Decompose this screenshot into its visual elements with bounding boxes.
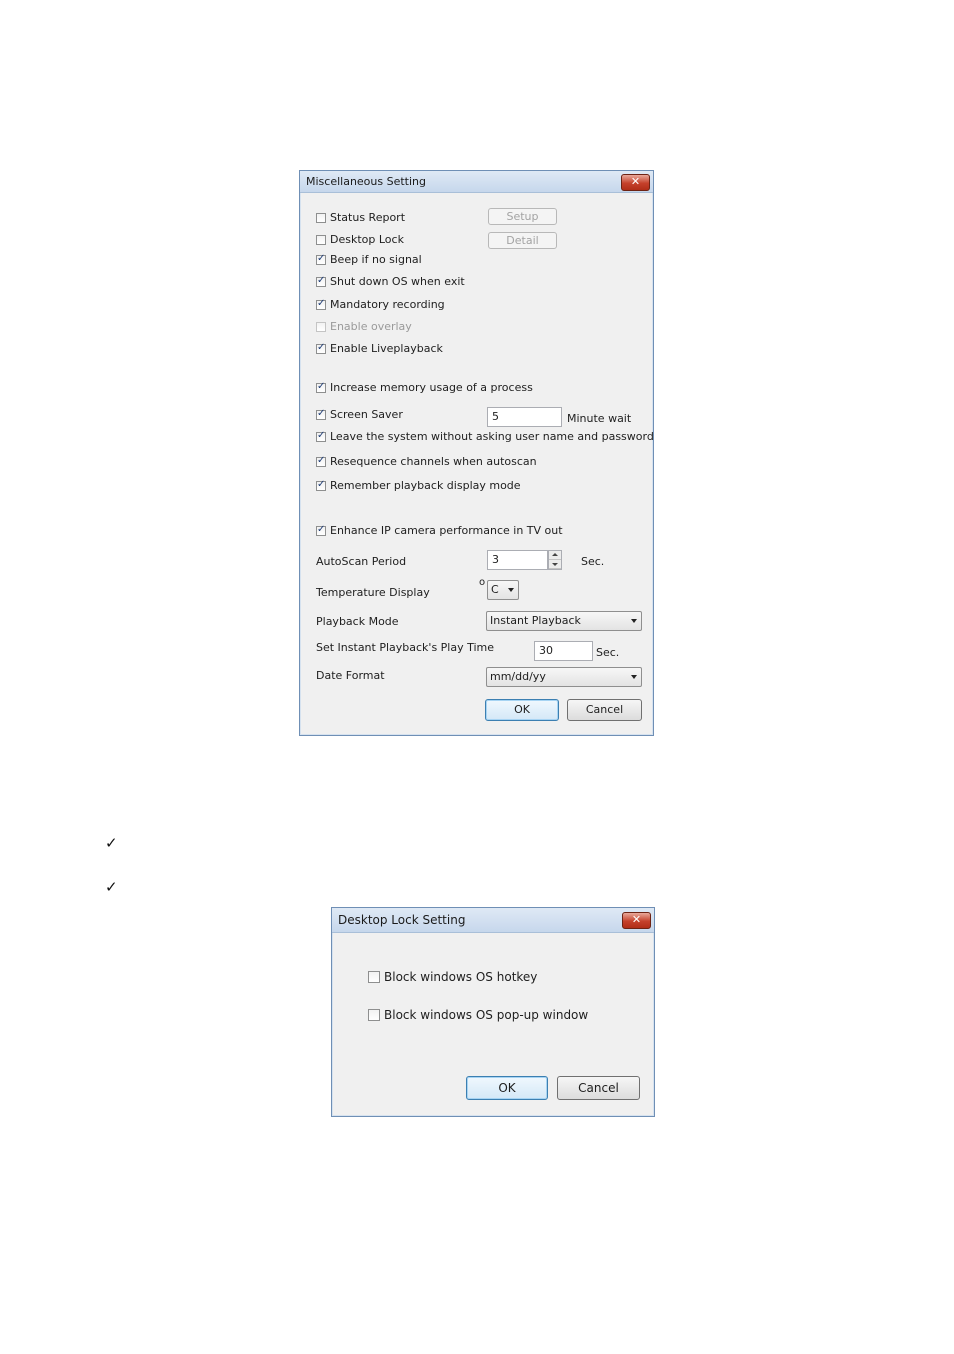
- temperature-select[interactable]: C: [487, 580, 519, 600]
- enable-overlay-checkbox: [316, 321, 326, 332]
- misc-dialog-title: Miscellaneous Setting: [306, 175, 427, 188]
- block-popup-option[interactable]: Block windows OS pop-up window: [368, 1008, 588, 1022]
- enhance-ip-camera-label: Enhance IP camera performance in TV out: [330, 524, 563, 537]
- mandatory-recording-label: Mandatory recording: [330, 298, 445, 311]
- resequence-channels-label: Resequence channels when autoscan: [330, 455, 537, 468]
- screen-saver-unit: Minute wait: [567, 412, 632, 425]
- status-report-label: Status Report: [330, 211, 406, 224]
- lock-cancel-button[interactable]: Cancel: [557, 1076, 640, 1100]
- resequence-channels-checkbox[interactable]: [316, 455, 326, 467]
- enable-liveplayback-label: Enable Liveplayback: [330, 342, 443, 355]
- enable-liveplayback-checkbox[interactable]: [316, 342, 326, 354]
- remember-playback-checkbox[interactable]: [316, 479, 326, 491]
- misc-dialog-titlebar: Miscellaneous Setting ✕: [300, 171, 653, 193]
- detail-button[interactable]: Detail: [488, 232, 557, 249]
- stepper-up-icon[interactable]: [549, 551, 561, 560]
- date-format-label: Date Format: [316, 669, 385, 682]
- beep-no-signal-checkbox[interactable]: [316, 253, 326, 265]
- leave-system-option[interactable]: Leave the system without asking user nam…: [316, 430, 654, 443]
- playback-mode-select[interactable]: Instant Playback: [486, 611, 642, 631]
- increase-memory-label: Increase memory usage of a process: [330, 381, 533, 394]
- cancel-button[interactable]: Cancel: [567, 699, 642, 721]
- date-format-select[interactable]: mm/dd/yy: [486, 667, 642, 687]
- desktop-lock-checkbox[interactable]: [316, 234, 326, 245]
- dropdown-arrow-icon: [508, 588, 514, 592]
- ok-button[interactable]: OK: [485, 699, 559, 721]
- autoscan-label: AutoScan Period: [316, 555, 407, 568]
- degree-symbol: o: [479, 577, 486, 588]
- beep-no-signal-label: Beep if no signal: [330, 253, 422, 266]
- enhance-ip-camera-option[interactable]: Enhance IP camera performance in TV out: [316, 524, 563, 537]
- desktop-lock-label: Desktop Lock: [330, 233, 404, 246]
- playback-mode-value: Instant Playback: [490, 614, 581, 627]
- leave-system-checkbox[interactable]: [316, 430, 326, 442]
- shutdown-os-checkbox[interactable]: [316, 275, 326, 287]
- instant-time-label: Set Instant Playback's Play Time: [316, 641, 495, 654]
- close-icon[interactable]: ✕: [622, 912, 651, 929]
- dropdown-arrow-icon: [631, 619, 637, 623]
- temperature-value: C: [491, 583, 499, 596]
- shutdown-os-option[interactable]: Shut down OS when exit: [316, 275, 465, 288]
- remember-playback-label: Remember playback display mode: [330, 479, 521, 492]
- instant-time-input[interactable]: 30: [534, 641, 593, 661]
- dropdown-arrow-icon: [631, 675, 637, 679]
- stepper-down-icon[interactable]: [549, 560, 561, 569]
- desktop-lock-option[interactable]: Desktop Lock: [316, 233, 404, 246]
- temperature-label: Temperature Display: [316, 586, 430, 599]
- status-report-option[interactable]: Status Report: [316, 211, 405, 224]
- leave-system-label: Leave the system without asking user nam…: [330, 430, 654, 443]
- screen-saver-input[interactable]: 5: [487, 407, 562, 427]
- status-report-checkbox[interactable]: [316, 212, 326, 223]
- screen-saver-option[interactable]: Screen Saver: [316, 408, 403, 421]
- lock-dialog-titlebar: Desktop Lock Setting ✕: [332, 908, 654, 933]
- block-popup-label: Block windows OS pop-up window: [384, 1008, 589, 1022]
- block-hotkey-option[interactable]: Block windows OS hotkey: [368, 970, 537, 984]
- lock-ok-button[interactable]: OK: [466, 1076, 548, 1100]
- remember-playback-option[interactable]: Remember playback display mode: [316, 479, 521, 492]
- autoscan-stepper[interactable]: [548, 550, 562, 570]
- enable-overlay-label: Enable overlay: [330, 320, 412, 333]
- enhance-ip-camera-checkbox[interactable]: [316, 524, 326, 536]
- increase-memory-checkbox[interactable]: [316, 381, 326, 393]
- checkmark-bullet-1: ✓: [105, 834, 118, 852]
- instant-time-unit: Sec.: [596, 646, 620, 659]
- resequence-channels-option[interactable]: Resequence channels when autoscan: [316, 455, 537, 468]
- desktop-lock-dialog: Desktop Lock Setting ✕ Block windows OS …: [331, 907, 655, 1117]
- shutdown-os-label: Shut down OS when exit: [330, 275, 465, 288]
- lock-dialog-title: Desktop Lock Setting: [338, 913, 466, 927]
- date-format-value: mm/dd/yy: [490, 670, 546, 683]
- checkmark-bullet-2: ✓: [105, 878, 118, 896]
- enable-overlay-option: Enable overlay: [316, 320, 412, 333]
- screen-saver-checkbox[interactable]: [316, 408, 326, 420]
- autoscan-input[interactable]: 3: [487, 550, 548, 570]
- setup-button[interactable]: Setup: [488, 208, 557, 225]
- enable-liveplayback-option[interactable]: Enable Liveplayback: [316, 342, 443, 355]
- increase-memory-option[interactable]: Increase memory usage of a process: [316, 381, 533, 394]
- mandatory-recording-option[interactable]: Mandatory recording: [316, 298, 445, 311]
- close-icon[interactable]: ✕: [621, 174, 650, 191]
- mandatory-recording-checkbox[interactable]: [316, 298, 326, 310]
- screen-saver-label: Screen Saver: [330, 408, 403, 421]
- autoscan-unit: Sec.: [581, 555, 605, 568]
- playback-mode-label: Playback Mode: [316, 615, 399, 628]
- beep-no-signal-option[interactable]: Beep if no signal: [316, 253, 422, 266]
- block-hotkey-label: Block windows OS hotkey: [384, 970, 538, 984]
- block-popup-checkbox[interactable]: [368, 1009, 380, 1021]
- misc-setting-dialog: Miscellaneous Setting ✕ Status Report De…: [299, 170, 654, 736]
- block-hotkey-checkbox[interactable]: [368, 971, 380, 983]
